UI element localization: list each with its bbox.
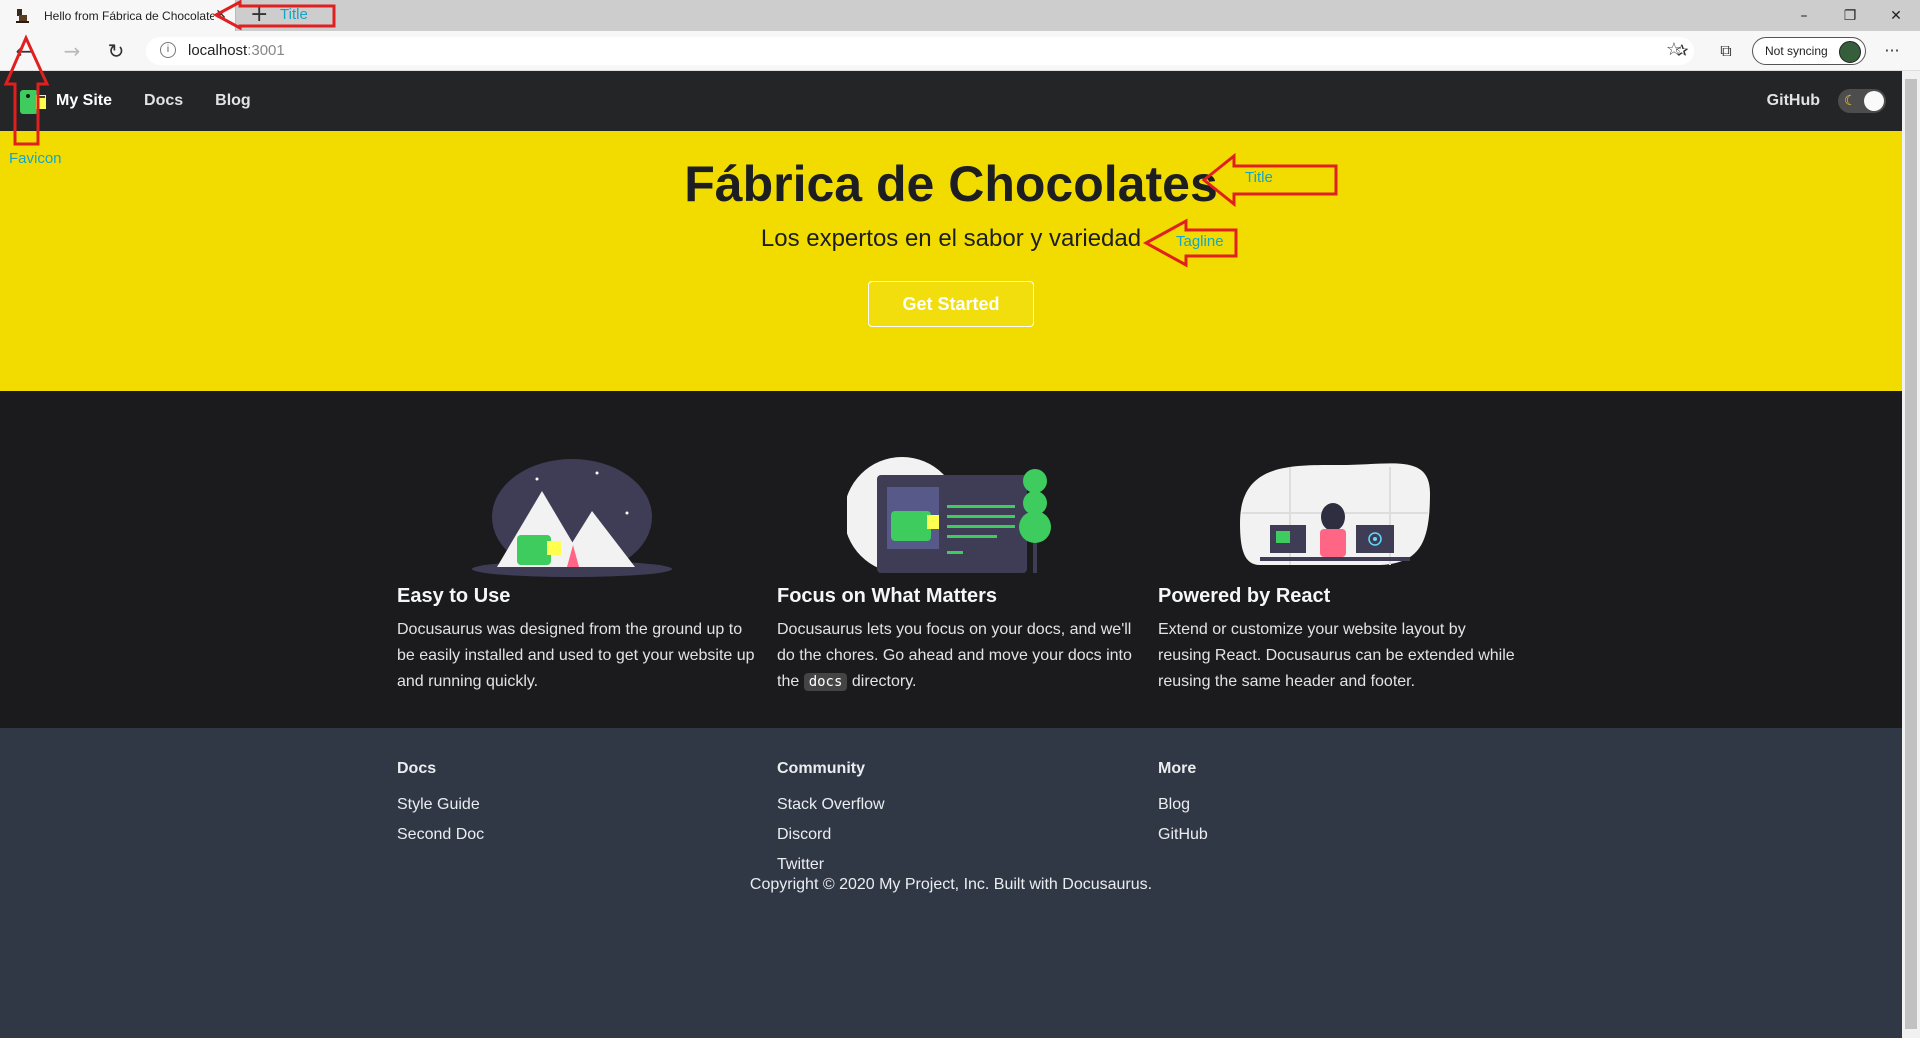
annotation-tab-title-label: Title bbox=[280, 6, 308, 23]
annotation-overlay bbox=[3, 0, 1338, 268]
annotation-tagline-label: Tagline bbox=[1176, 233, 1224, 250]
annotation-hero-title-label: Title bbox=[1245, 169, 1273, 186]
annotation-favicon-label: Favicon bbox=[9, 150, 62, 167]
